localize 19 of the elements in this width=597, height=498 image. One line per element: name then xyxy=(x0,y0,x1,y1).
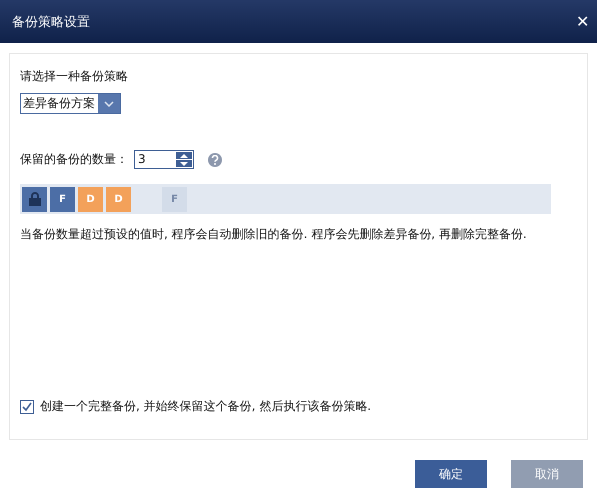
differential-backup-block: D xyxy=(106,186,131,212)
full-backup-block: F xyxy=(50,186,75,212)
strategy-dropdown[interactable]: 差异备份方案 xyxy=(20,93,121,114)
window-title: 备份策略设置 xyxy=(12,14,90,30)
keep-full-backup-option[interactable]: 创建一个完整备份, 并始终保留这个备份, 然后执行该备份策略. xyxy=(20,398,577,415)
up-arrow-icon[interactable] xyxy=(180,154,188,158)
chevron-down-icon xyxy=(104,100,114,106)
count-spinbox[interactable]: 3 xyxy=(134,150,194,169)
help-icon[interactable] xyxy=(208,152,222,166)
differential-backup-block: D xyxy=(78,186,103,212)
full-backup-block: F xyxy=(162,186,187,212)
description-text: 当备份数量超过预设的值时, 程序会自动删除旧的备份. 程序会先删除差异备份, 再删除完整备份. xyxy=(20,226,528,243)
close-button[interactable]: ✕ xyxy=(576,12,589,32)
strategy-label: 请选择一种备份策略 xyxy=(20,68,129,85)
count-label: 保留的备份的数量： xyxy=(20,151,128,168)
ok-button[interactable]: 确定 xyxy=(415,460,487,488)
checkbox[interactable] xyxy=(20,400,34,414)
down-arrow-icon[interactable] xyxy=(180,162,188,166)
lock-icon xyxy=(22,186,47,212)
